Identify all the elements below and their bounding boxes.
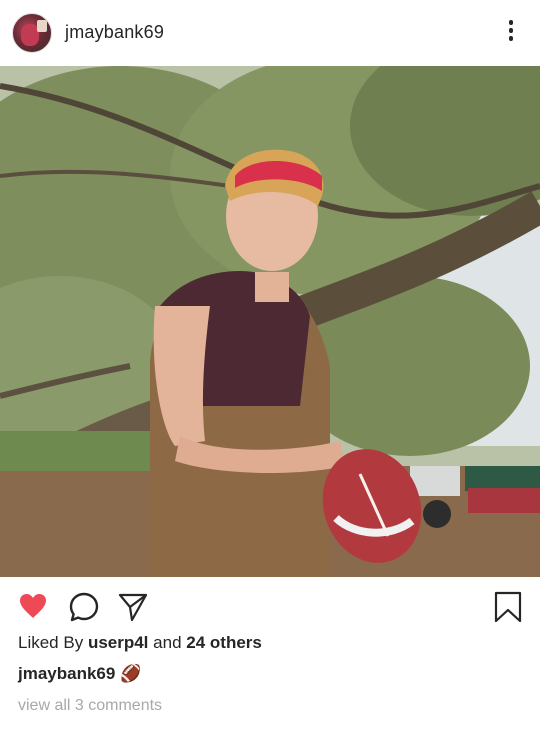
post-photo[interactable] [0, 66, 540, 577]
post-actions [0, 578, 540, 634]
avatar[interactable] [12, 13, 52, 53]
bookmark-icon[interactable] [494, 591, 522, 628]
comment-icon[interactable] [68, 591, 100, 628]
likes-prefix: Liked By [18, 633, 84, 652]
caption: jmaybank69 🏈 [18, 664, 141, 684]
caption-username[interactable]: jmaybank69 [18, 664, 115, 683]
view-comments-link[interactable]: view all 3 comments [18, 697, 162, 715]
direct-share-icon[interactable] [118, 592, 148, 627]
heart-filled-icon[interactable] [18, 592, 48, 625]
more-options-icon[interactable] [505, 20, 517, 46]
likes-summary: Liked By userp4l and 24 others [18, 633, 262, 653]
likes-middle: and [153, 633, 182, 652]
football-emoji: 🏈 [120, 664, 142, 683]
likes-others[interactable]: 24 others [186, 633, 262, 652]
cut-off-text [18, 724, 22, 740]
liked-by-user[interactable]: userp4l [88, 633, 148, 652]
post-username[interactable]: jmaybank69 [65, 22, 164, 43]
post-header: jmaybank69 [0, 0, 540, 66]
